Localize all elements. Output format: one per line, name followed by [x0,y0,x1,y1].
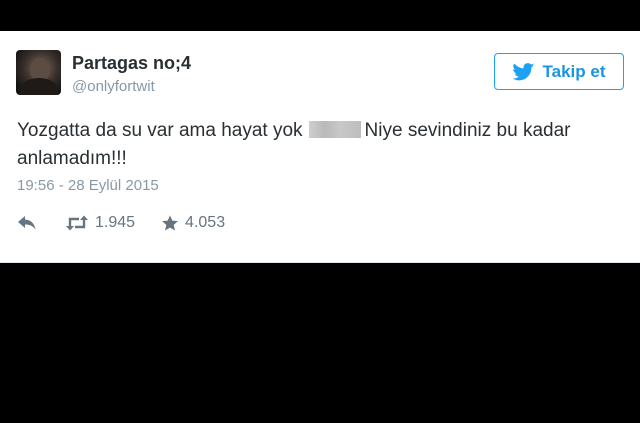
reply-icon [17,215,37,231]
tweet-card: Partagas no;4 @onlyfortwit Takip et Yozg… [0,31,640,263]
favorite-count: 4.053 [185,214,226,231]
tweet-text: Yozgatta da su var ama hayat yok Niye sev… [17,117,617,173]
reply-button[interactable] [17,215,37,231]
avatar-body [20,78,58,95]
retweet-icon [65,215,89,231]
twitter-bird-icon [512,62,535,81]
follow-button-label: Takip et [542,61,606,81]
tweet-timestamp[interactable]: 19:56 - 28 Eylül 2015 [17,177,159,194]
user-handle[interactable]: @onlyfortwit [72,78,155,95]
favorite-button[interactable]: 4.053 [161,214,225,232]
follow-button[interactable]: Takip et [494,53,624,90]
user-name[interactable]: Partagas no;4 [72,53,191,74]
avatar[interactable] [16,50,61,95]
retweet-button[interactable]: 1.945 [65,214,135,232]
tweet-text-part1: Yozgatta da su var ama hayat yok [17,120,303,141]
retweet-count: 1.945 [95,214,136,231]
blurred-emoji [308,121,361,138]
tweet-actions: 1.945 4.053 [17,212,225,234]
star-icon [161,214,179,232]
